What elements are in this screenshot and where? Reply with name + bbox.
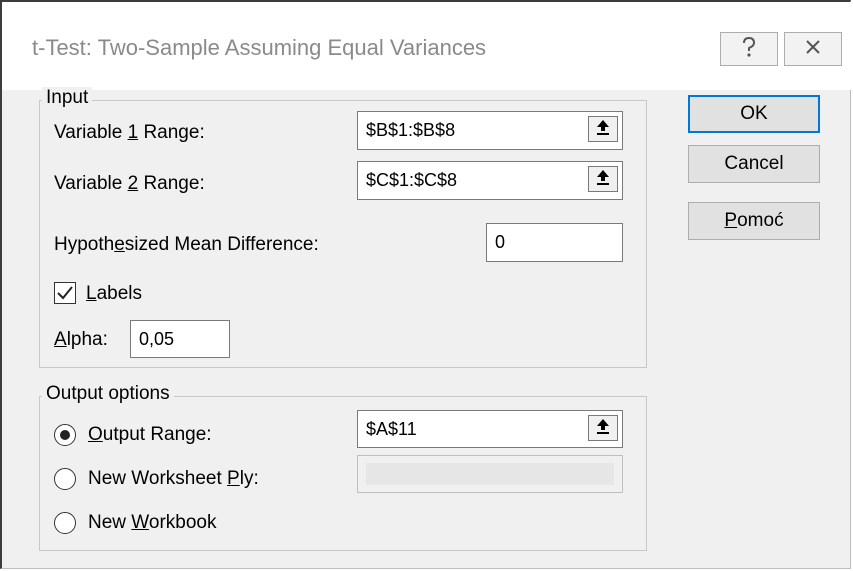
variable1-range-value: $B$1:$B$8 xyxy=(366,120,456,140)
new-worksheet-ply-radio[interactable] xyxy=(54,468,76,490)
hypothesized-mean-difference-input[interactable]: 0 xyxy=(486,223,623,262)
variable1-range-label: Variable 1 Range: xyxy=(54,122,205,143)
hypothesized-mean-difference-label: Hypothesized Mean Difference: xyxy=(54,234,319,255)
variable2-collapse-button[interactable] xyxy=(588,166,618,192)
range-collapse-arrow-icon xyxy=(595,118,611,141)
output-range-value: $A$11 xyxy=(366,418,417,439)
alpha-value: 0,05 xyxy=(139,328,175,349)
close-title-button[interactable] xyxy=(784,32,842,66)
variable2-range-input[interactable]: $C$1:$C$8 xyxy=(357,161,623,200)
title-bar: t-Test: Two-Sample Assuming Equal Varian… xyxy=(2,2,851,90)
labels-checkbox-label[interactable]: Labels xyxy=(86,283,142,305)
output-options-legend: Output options xyxy=(42,383,174,405)
variable2-range-value: $C$1:$C$8 xyxy=(366,170,458,190)
variable1-collapse-button[interactable] xyxy=(588,116,618,142)
dialog-title: t-Test: Two-Sample Assuming Equal Varian… xyxy=(32,35,487,60)
ttest-dialog: t-Test: Two-Sample Assuming Equal Varian… xyxy=(0,0,851,569)
hypothesized-mean-difference-value: 0 xyxy=(495,232,506,252)
help-button[interactable]: Pomoć xyxy=(688,202,820,240)
output-range-radio[interactable] xyxy=(54,424,76,446)
output-range-input[interactable]: $A$11 xyxy=(357,410,623,448)
output-range-collapse-button[interactable] xyxy=(588,415,618,441)
range-collapse-arrow-icon xyxy=(595,168,611,191)
new-worksheet-ply-input[interactable] xyxy=(357,455,623,493)
cancel-button[interactable]: Cancel xyxy=(688,145,820,183)
close-icon xyxy=(804,38,822,61)
help-title-button[interactable] xyxy=(720,32,778,66)
alpha-input[interactable]: 0,05 xyxy=(130,320,230,358)
ok-button[interactable]: OK xyxy=(688,95,820,133)
labels-checkbox[interactable] xyxy=(54,282,76,304)
new-worksheet-ply-label[interactable]: New Worksheet Ply: xyxy=(88,468,259,490)
new-workbook-label[interactable]: New Workbook xyxy=(88,512,217,534)
variable1-range-input[interactable]: $B$1:$B$8 xyxy=(357,111,623,150)
range-collapse-arrow-icon xyxy=(595,417,611,440)
radio-selected-dot xyxy=(60,430,70,440)
output-range-label[interactable]: Output Range: xyxy=(88,424,212,446)
variable2-range-label: Variable 2 Range: xyxy=(54,173,205,194)
new-workbook-radio[interactable] xyxy=(54,512,76,534)
alpha-label: Alpha: xyxy=(54,329,108,350)
input-group-legend: Input xyxy=(42,87,93,109)
question-mark-icon xyxy=(739,36,759,63)
disabled-field-fill xyxy=(366,463,614,485)
